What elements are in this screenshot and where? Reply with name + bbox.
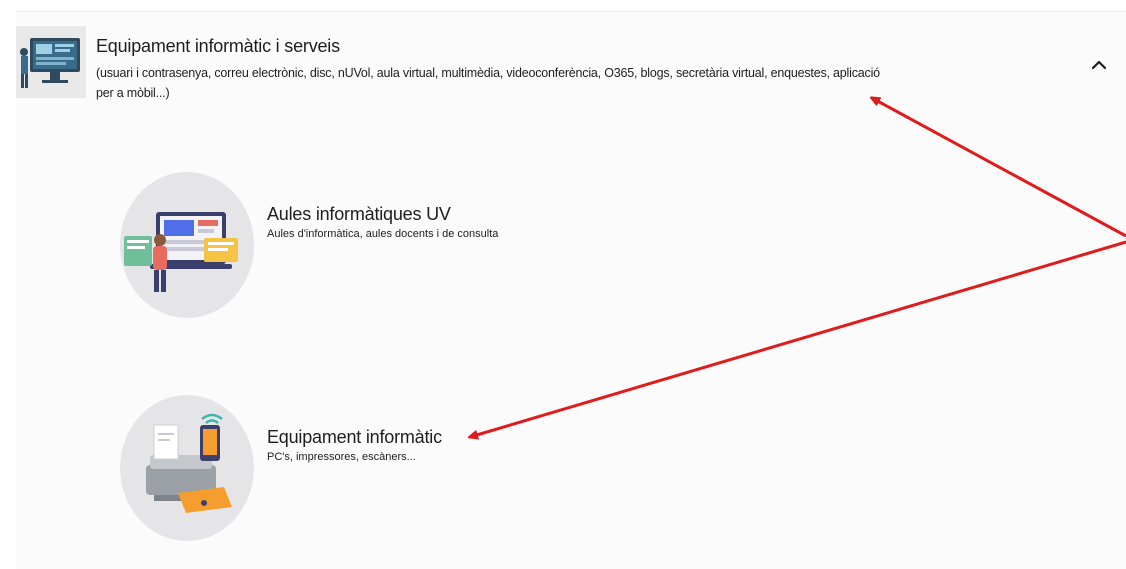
chevron-up-icon[interactable] bbox=[1088, 56, 1110, 74]
item-title[interactable]: Equipament informàtic bbox=[267, 427, 442, 448]
section-title: Equipament informàtic i serveis bbox=[96, 36, 340, 56]
accordion-panel: Equipament informàtic i serveis (usuari … bbox=[16, 11, 1126, 569]
item-title[interactable]: Aules informàtiques UV bbox=[267, 204, 451, 225]
printer-scanner-illustration bbox=[120, 395, 254, 541]
item-description: Aules d'informàtica, aules docents i de … bbox=[267, 228, 499, 240]
section-description: (usuari i contrasenya, correu electrònic… bbox=[96, 66, 880, 100]
computer-classroom-illustration bbox=[120, 172, 254, 318]
computer-monitor-icon bbox=[16, 26, 86, 98]
accordion-header[interactable]: Equipament informàtic i serveis (usuari … bbox=[16, 12, 1126, 122]
item-description: PC's, impressores, escàners... bbox=[267, 451, 416, 463]
